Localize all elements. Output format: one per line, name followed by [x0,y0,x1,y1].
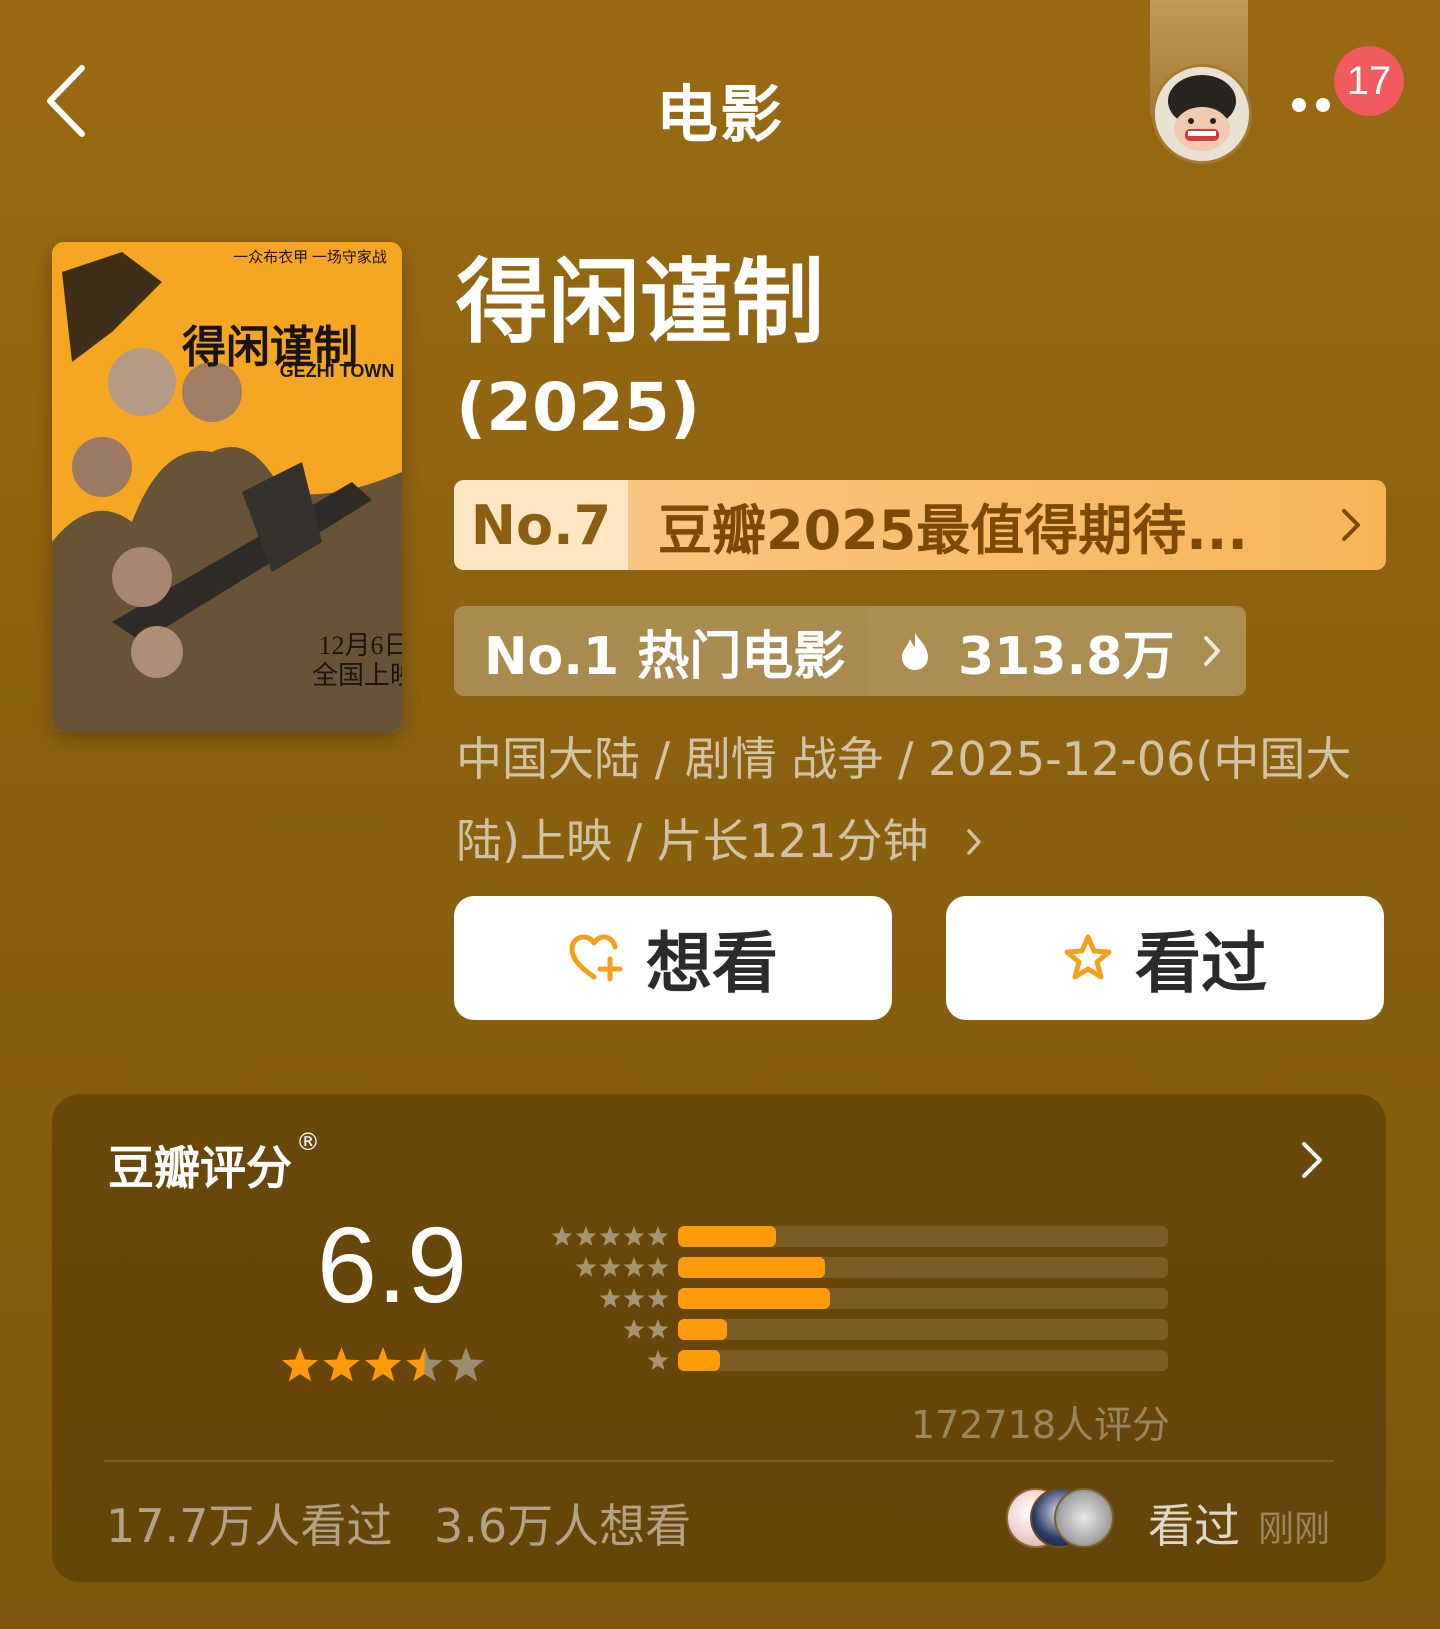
rating-bar-fill [678,1319,727,1340]
small-stars-icon [623,1319,669,1339]
ranking-list-link[interactable]: No.7 豆瓣2025最值得期待... [454,480,1386,570]
user-avatar-icon [1155,67,1249,161]
friend-avatars[interactable] [1006,1488,1114,1548]
ranking-number: No.7 [454,480,628,570]
notification-badge: 17 [1334,46,1404,116]
rating-row-3-star [530,1288,1170,1310]
rating-row-5-star [530,1226,1170,1248]
heart-plus-icon [569,934,623,982]
rating-bar-fill [678,1257,825,1278]
poster-english-title: GEZHI TOWN [280,361,395,381]
friend-avatar [1054,1488,1114,1548]
movie-meta-info[interactable]: 中国大陆 / 剧情 战争 / 2025-12-06(中国大 陆)上映 / 片长1… [456,718,1396,882]
heat-value: 313.8万 [958,626,1175,687]
score-star-1 [281,1347,319,1382]
want-button-label: 想看 [646,925,778,1002]
friend-time: 刚刚 [1258,1509,1331,1550]
small-stars-icon [575,1257,669,1277]
seen-count[interactable]: 17.7万人看过 [106,1490,392,1556]
rating-bar-fill [678,1350,720,1371]
score-stars [281,1347,485,1382]
rating-title-text: 豆瓣评分 [108,1141,292,1195]
watched-button[interactable]: 看过 [946,896,1384,1020]
rating-count: 172718人评分 [910,1403,1170,1447]
want-to-watch-button[interactable]: 想看 [454,896,892,1020]
rating-bar-track [678,1350,1168,1371]
rating-bar-track [678,1257,1168,1278]
rating-bar-track [678,1226,1168,1247]
small-stars-icon [551,1226,669,1246]
registered-mark: ® [296,1128,320,1156]
want-count[interactable]: 3.6万人想看 [434,1490,691,1556]
seen-button-label: 看过 [1135,925,1267,1002]
poster-release-line2: 全国上映 [312,661,402,690]
friend-status: 看过 [1148,1499,1240,1553]
star-outline-icon [1064,934,1112,980]
movie-title: 得闲谨制 [456,249,825,356]
rating-card: 豆瓣评分 ® 6.9 172718人评分 17.7万人看过 3.6万人想看 看过 … [52,1094,1386,1582]
hot-movies-link[interactable]: No.1 热门电影 313.8万 [454,606,1246,696]
poster-tagline: 一众布衣甲 一场守家战 [233,249,387,266]
chevron-right-icon [1342,509,1360,541]
meta-line-2: 陆)上映 / 片长121分钟 [456,814,929,868]
movie-year: (2025) [456,369,701,446]
score-star-5 [447,1347,485,1382]
score-star-4 [406,1347,443,1382]
chevron-right-icon [1204,636,1221,666]
chevron-right-icon [1302,1142,1322,1178]
flame-icon [902,633,928,670]
rating-row-1-star [530,1350,1170,1372]
meta-line-1: 中国大陆 / 剧情 战争 / 2025-12-06(中国大 [456,732,1352,786]
rating-bar-track [678,1319,1168,1340]
rating-row-4-star [530,1257,1170,1279]
rating-bar-track [678,1288,1168,1309]
rating-detail-button[interactable] [1292,1140,1332,1180]
rating-bar-fill [678,1288,830,1309]
small-stars-icon [599,1288,669,1308]
rating-row-2-star [530,1319,1170,1341]
rating-card-title: 豆瓣评分 ® [108,1128,320,1198]
avatar[interactable] [1152,64,1252,164]
rating-score: 6.9 [316,1204,468,1325]
ranking-list-label: 豆瓣2025最值得期待... [658,498,1248,562]
rating-bar-fill [678,1226,776,1247]
hot-rank-label: No.1 热门电影 [454,606,868,696]
chevron-right-icon [967,829,981,855]
card-divider [104,1460,1334,1462]
score-star-3 [364,1347,402,1382]
movie-poster[interactable]: 得闲谨制 GEZHI TOWN 一众布衣甲 一场守家战 12月6日 全国上映 [52,242,402,732]
score-star-2 [323,1347,360,1382]
poster-release-date: 12月6日 [318,631,402,660]
poster-image: 得闲谨制 GEZHI TOWN 一众布衣甲 一场守家战 12月6日 全国上映 [52,242,402,732]
small-stars-icon [647,1350,669,1370]
